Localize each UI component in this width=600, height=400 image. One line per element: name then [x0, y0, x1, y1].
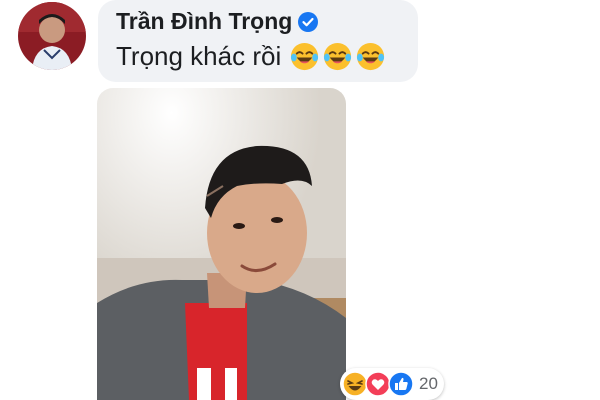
laughing-tears-emoji [324, 42, 352, 71]
reaction-count: 20 [419, 374, 438, 393]
comment-text: Trọng khác rồi [116, 41, 282, 71]
verified-badge-icon [298, 11, 319, 32]
reactions-summary[interactable]: 20 [340, 368, 444, 400]
like-reaction-icon [388, 371, 414, 397]
comment-photo[interactable] [97, 88, 346, 400]
comment-author-name[interactable]: Trần Đình Trọng [116, 8, 292, 35]
comment-emojis [289, 41, 388, 72]
commenter-avatar[interactable] [18, 2, 86, 70]
comment-header: Trần Đình Trọng [116, 8, 319, 35]
comment-body: Trọng khác rồi [116, 41, 388, 72]
laughing-tears-emoji [291, 42, 319, 71]
laughing-tears-emoji [357, 42, 385, 71]
